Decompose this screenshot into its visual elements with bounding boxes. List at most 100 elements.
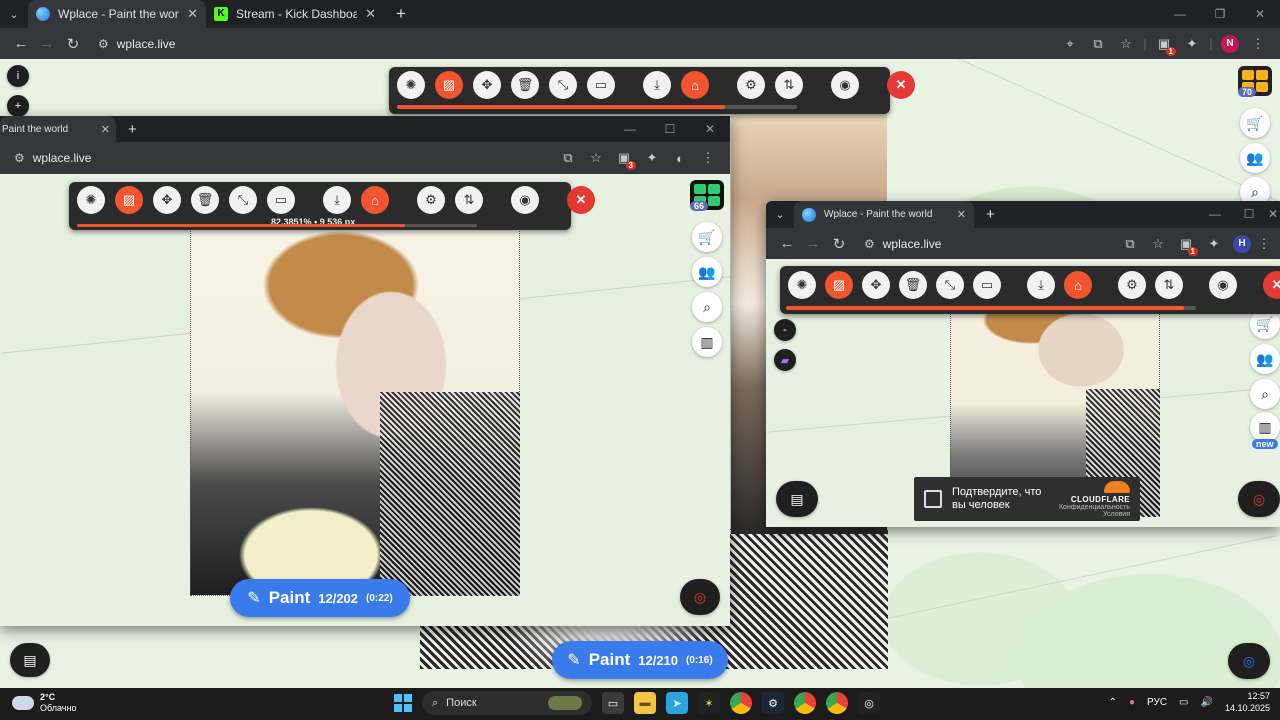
bot-sort-icon[interactable]: ⇅ [1155,271,1183,299]
bot-image-icon[interactable]: ▨ [115,186,143,214]
bot-scan-icon[interactable]: ✺ [77,186,105,214]
palette-toggle-button[interactable]: ▤ [776,481,818,517]
forward-button[interactable]: → [34,35,60,52]
players-button[interactable]: 👥 [1240,143,1270,173]
address-bar[interactable]: ⚙ wplace.live [858,232,1116,256]
bot-move-icon[interactable]: ✥ [862,271,890,299]
search-location-button[interactable]: ⌕ [1250,379,1280,409]
microphone-icon[interactable]: ● [1129,697,1135,708]
zoom-in-button[interactable]: + [7,95,29,117]
profile-avatar[interactable]: H [1228,234,1256,253]
back-button[interactable]: ← [774,235,800,252]
minimize-icon[interactable]: — [1198,201,1232,228]
bot-delete-icon[interactable]: 🗑 [899,271,927,299]
bot-close-icon[interactable]: ✕ [887,71,915,99]
extensions-puzzle-icon[interactable]: ✦ [638,150,666,166]
shop-cart-button[interactable]: 🛒 [1240,108,1270,138]
extensions-puzzle-icon[interactable]: ✦ [1178,36,1206,52]
bot-download-icon[interactable]: ⤓ [643,71,671,99]
captcha-checkbox[interactable] [924,490,942,508]
telegram-icon[interactable]: ➤ [666,692,688,714]
network-icon[interactable]: ▭ [1179,697,1188,708]
privacy-link[interactable]: Конфиденциальность [1059,504,1130,511]
bot-image-icon[interactable]: ▨ [435,71,463,99]
locate-button[interactable]: ◎ [1238,481,1280,517]
leaderboard-button[interactable]: ▥ [692,327,722,357]
bot-sort-icon[interactable]: ⇅ [455,186,483,214]
close-window-icon[interactable]: ✕ [1266,201,1280,228]
paint-button-main[interactable]: ✎ Paint 12/210 (0:16) [552,641,728,679]
maximize-icon[interactable]: ❐ [1200,0,1240,28]
bookmark-star-icon[interactable]: ☆ [1112,36,1140,52]
bot-resize-icon[interactable]: ⤡ [229,186,257,214]
bot-delete-icon[interactable]: 🗑 [511,71,539,99]
twitch-button[interactable]: ▰ [774,349,796,371]
tab-kick[interactable]: K Stream - Kick Dashboard ✕ [206,0,384,28]
bot-close-icon[interactable]: ✕ [567,186,595,214]
close-window-icon[interactable]: ✕ [1240,0,1280,28]
players-button[interactable]: 👥 [1250,344,1280,374]
bot-sort-icon[interactable]: ⇅ [775,71,803,99]
extension-badge-icon[interactable]: ▣ 3 [610,150,638,170]
bookmark-star-icon[interactable]: ☆ [582,150,610,166]
cast-icon[interactable]: ⧉ [1116,236,1144,252]
leaderboard-button[interactable]: ▥ [1250,412,1280,442]
task-view-icon[interactable]: ▭ [602,692,624,714]
bot-download-icon[interactable]: ⤓ [1027,271,1055,299]
minimize-icon[interactable]: — [1160,0,1200,28]
palette-toggle-button[interactable]: ▤ [10,643,50,677]
extension-badge-icon[interactable]: ▣ 1 [1172,236,1200,256]
bookmark-star-icon[interactable]: ☆ [1144,236,1172,252]
obs-icon[interactable]: ◎ [858,692,880,714]
volume-icon[interactable]: 🔊 [1201,697,1213,708]
locate-button[interactable]: ◎ [680,579,720,615]
zoom-out-button[interactable]: - [774,319,796,341]
paint-button[interactable]: ✎ Paint 12/202 (0:22) [230,579,410,617]
discord-icon[interactable]: ◉ [831,71,859,99]
bot-settings-icon[interactable]: ⚙ [737,71,765,99]
tray-chevron-icon[interactable]: ⌃ [1109,697,1117,708]
bot-scan-icon[interactable]: ✺ [397,71,425,99]
site-info-icon[interactable]: ⚙ [864,237,875,251]
reload-button[interactable]: ↻ [826,235,852,253]
bot-settings-icon[interactable]: ⚙ [417,186,445,214]
bot-image-icon[interactable]: ▨ [825,271,853,299]
site-info-icon[interactable]: ⚙ [14,151,25,165]
incognito-icon[interactable]: ◐ [666,151,694,166]
bot-paint-icon[interactable]: ⌂ [361,186,389,214]
bot-close-icon[interactable]: ✕ [1263,271,1280,299]
menu-kebab-icon[interactable]: ⋮ [1256,236,1272,252]
forward-button[interactable]: → [800,235,826,252]
profile-avatar[interactable]: N [1216,34,1244,53]
bot-paint-icon[interactable]: ⌂ [681,71,709,99]
address-bar[interactable]: ⚙ wplace.live [8,146,554,170]
location-icon[interactable]: ⌖ [1056,36,1084,52]
info-button[interactable]: i [7,65,29,87]
back-button[interactable]: ← [8,35,34,52]
shop-cart-button[interactable]: 🛒 [692,222,722,252]
chrome-profile-icon[interactable] [794,692,816,714]
cast-icon[interactable]: ⧉ [554,150,582,166]
chrome-profile-2-icon[interactable] [826,692,848,714]
site-info-icon[interactable]: ⚙ [98,37,109,51]
tab-wplace[interactable]: Wplace - Paint the world ✕ [28,0,206,28]
discord-icon[interactable]: ◉ [1209,271,1237,299]
new-tab-button[interactable]: + [128,121,137,138]
bot-paint-icon[interactable]: ⌂ [1064,271,1092,299]
start-button[interactable] [394,694,412,712]
search-location-button[interactable]: ⌕ [692,292,722,322]
language-indicator[interactable]: РУС [1147,697,1167,708]
tab-wplace[interactable]: Paint the world ✕ [0,116,116,142]
bot-save-icon[interactable]: ▭ [587,71,615,99]
minimize-icon[interactable]: — [610,116,650,142]
players-button[interactable]: 👥 [692,257,722,287]
cast-icon[interactable]: ⧉ [1084,36,1112,52]
bot-move-icon[interactable]: ✥ [473,71,501,99]
bot-resize-icon[interactable]: ⤡ [936,271,964,299]
bot-move-icon[interactable]: ✥ [153,186,181,214]
bot-resize-icon[interactable]: ⤡ [549,71,577,99]
app-spark-icon[interactable]: ✶ [698,692,720,714]
bot-download-icon[interactable]: ⤓ [323,186,351,214]
tab-search-button[interactable]: ⌄ [766,201,794,229]
bot-save-icon[interactable]: ▭ [973,271,1001,299]
